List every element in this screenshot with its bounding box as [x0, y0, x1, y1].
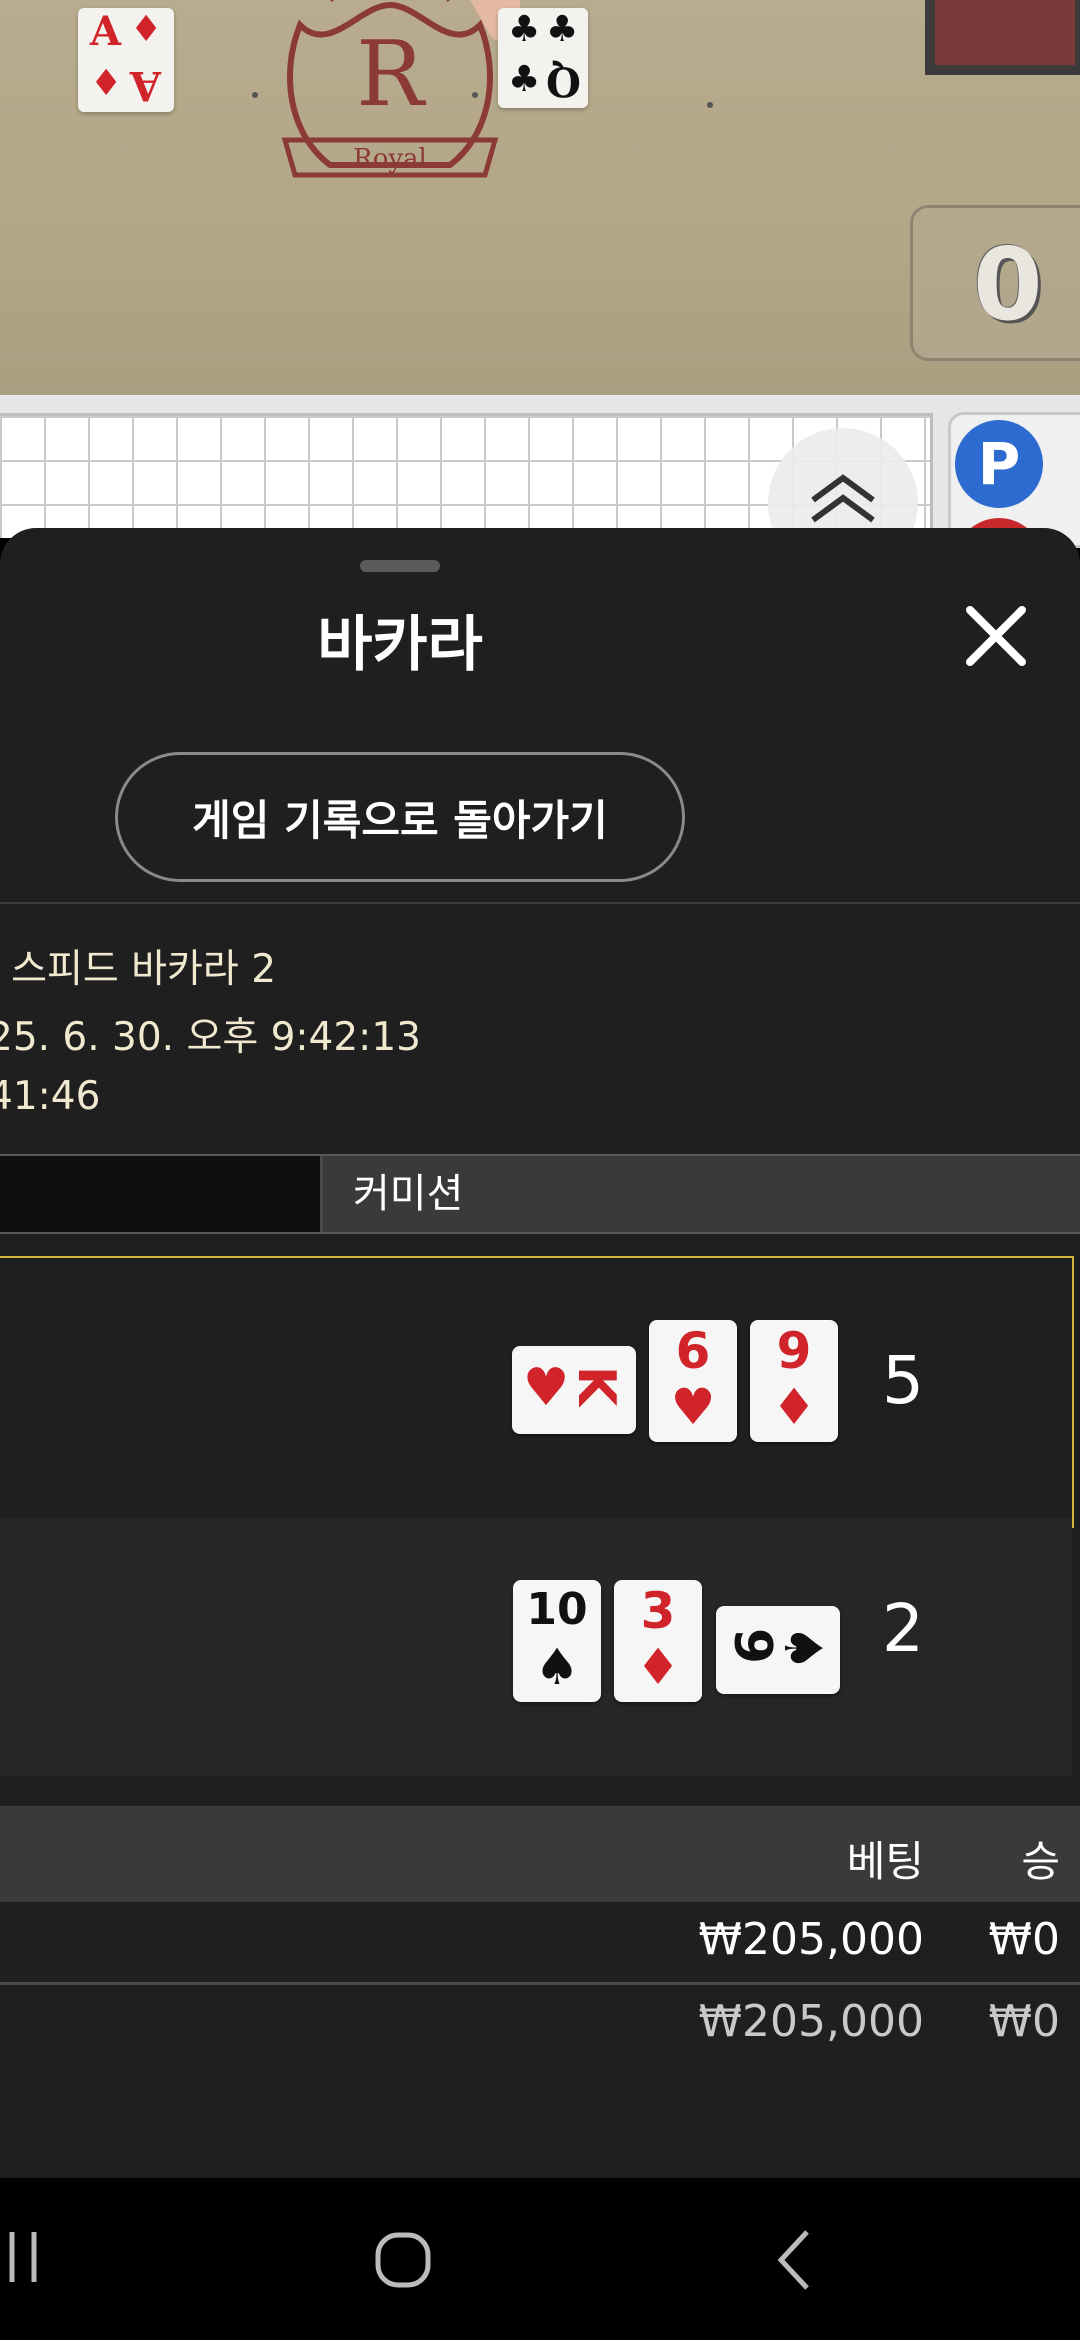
banker-card-1: ♥ K — [512, 1346, 636, 1434]
player-score: 2 — [882, 1590, 924, 1667]
player-card-3: 9 ♠ — [716, 1606, 840, 1694]
close-icon — [966, 606, 1026, 666]
total-win-amount: ₩0 — [988, 1996, 1061, 2047]
bets-table-header: 베팅 승 — [0, 1806, 1080, 1902]
svg-text:Royal: Royal — [353, 144, 427, 174]
total-bet-amount: ₩205,000 — [698, 1996, 924, 2047]
divider — [0, 1982, 1080, 1985]
round-time: 41:46 — [0, 1074, 101, 1119]
back-to-history-button[interactable]: 게임 기록으로 돌아가기 — [115, 752, 685, 882]
home-icon[interactable] — [363, 2220, 443, 2300]
table-card-ace: A ♦ ♦ A — [78, 8, 174, 112]
tab-no-commission[interactable] — [0, 1156, 323, 1232]
card-rank: 9 — [776, 1322, 812, 1380]
bet-total-row: ₩205,000 ₩0 — [0, 1986, 1080, 2064]
game-history-sheet: 바카라 게임 기록으로 돌아가기 ' 스피드 바카라 2 25. 6. 30. … — [0, 528, 1080, 2178]
header-win: 승 — [1021, 1837, 1060, 1886]
card-count-display: 0 — [910, 205, 1080, 361]
win-amount: ₩0 — [988, 1914, 1061, 1965]
royal-crest-logo: R Royal — [281, 0, 499, 178]
banker-card-2: 6 ♥ — [649, 1320, 737, 1442]
sheet-title: 바카라 — [317, 610, 483, 680]
close-button[interactable] — [960, 600, 1032, 672]
bet-type-tabs: 커미션 — [0, 1154, 1080, 1234]
card-suit: ♥ — [670, 1378, 716, 1436]
card-rank: 6 — [675, 1322, 711, 1380]
card-rank: 3 — [640, 1582, 676, 1640]
back-icon[interactable] — [755, 2220, 835, 2300]
header-bet: 베팅 — [846, 1837, 924, 1886]
bet-row: ₩205,000 ₩0 — [0, 1904, 1080, 1982]
roadmap — [0, 395, 1080, 538]
android-nav-bar — [0, 2178, 1080, 2340]
player-card-1: 10 ♠ — [513, 1580, 601, 1702]
card-rank: K — [566, 1365, 626, 1407]
divider — [0, 902, 1080, 904]
card-rank: 10 — [526, 1584, 588, 1635]
player-badge: P — [955, 420, 1043, 508]
banker-card-3: 9 ♦ — [750, 1320, 838, 1442]
bet-amount: ₩205,000 — [698, 1914, 924, 1965]
player-card-2: 3 ♦ — [614, 1580, 702, 1702]
table-card-queen: ♣ ♣ ♣ Q — [498, 8, 588, 108]
card-suit: ♦ — [771, 1378, 817, 1436]
card-suit: ♦ — [635, 1638, 681, 1696]
banker-hand: ♥ K 6 ♥ 9 ♦ 5 — [0, 1256, 1074, 1528]
recent-apps-icon[interactable] — [0, 2218, 60, 2298]
player-hand: 10 ♠ 3 ♦ 9 ♠ 2 — [0, 1518, 1072, 1776]
live-video: R Royal A ♦ ♦ A ♣ ♣ ♣ Q 0 — [0, 0, 1080, 395]
tab-commission[interactable]: 커미션 — [323, 1156, 1080, 1232]
round-datetime: 25. 6. 30. 오후 9:42:13 — [0, 1015, 421, 1060]
card-suit: ♠ — [772, 1624, 832, 1672]
banker-score: 5 — [882, 1342, 924, 1419]
sheet-drag-handle[interactable] — [360, 560, 440, 572]
table-name: ' 스피드 바카라 2 — [0, 947, 277, 992]
card-suit: ♠ — [534, 1638, 580, 1696]
svg-text:R: R — [356, 22, 426, 127]
